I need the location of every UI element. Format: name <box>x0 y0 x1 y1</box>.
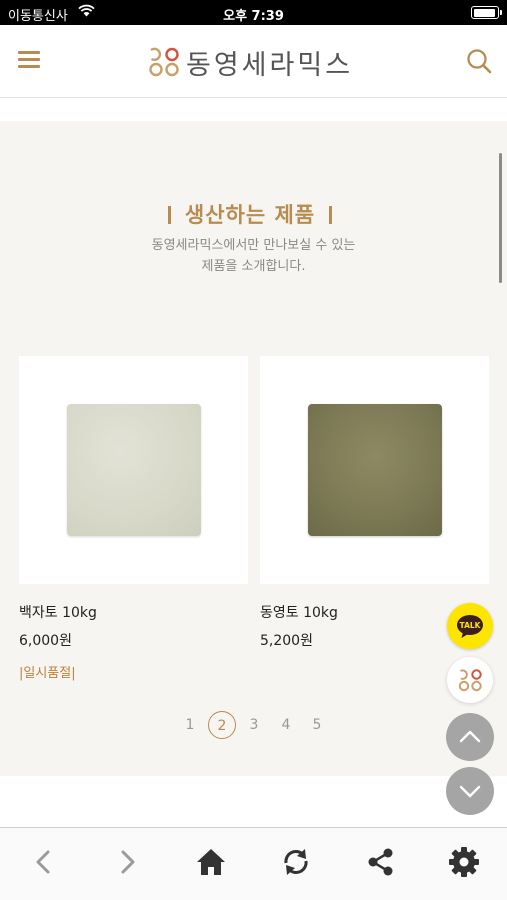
home-button[interactable] <box>191 842 231 882</box>
home-icon <box>197 849 225 875</box>
brand-name: 동영세라믹스 <box>186 49 354 81</box>
back-button[interactable] <box>24 842 64 882</box>
page-4[interactable]: 4 <box>272 711 300 739</box>
section-title: 생산하는 제품 <box>0 199 500 229</box>
gear-icon <box>449 847 479 877</box>
product-price: 6,000원 <box>19 633 72 649</box>
brand-logo-mark-icon <box>149 47 179 77</box>
page-5[interactable]: 5 <box>303 711 331 739</box>
page-3[interactable]: 3 <box>240 711 268 739</box>
brand-logo[interactable]: 동영세라믹스 <box>148 43 353 81</box>
chevron-right-icon <box>121 850 135 874</box>
pagination: 1 2 3 4 5 <box>0 711 507 741</box>
kakao-talk-label: TALK <box>460 621 482 630</box>
chevron-left-icon <box>36 850 50 874</box>
brand-logo-icon <box>458 669 482 692</box>
bottom-toolbar <box>0 827 507 900</box>
page-1[interactable]: 1 <box>176 711 204 739</box>
section-subtitle: 동영세라믹스에서만 만나보실 수 있는 제품을 소개합니다. <box>0 235 507 277</box>
product-card[interactable]: 백자토 10kg 6,000원 |일시품절| <box>19 356 248 681</box>
section-subtitle-line1: 동영세라믹스에서만 만나보실 수 있는 <box>151 238 356 253</box>
share-icon <box>368 848 393 876</box>
refresh-icon <box>284 849 308 875</box>
clay-tile-white <box>67 404 201 536</box>
share-button[interactable] <box>360 842 400 882</box>
app-header: 동영세라믹스 <box>0 25 507 98</box>
kakao-talk-button[interactable]: TALK <box>447 603 493 649</box>
hamburger-menu-icon[interactable] <box>18 51 40 69</box>
search-icon[interactable] <box>465 47 493 75</box>
kakao-talk-icon: TALK <box>457 615 483 638</box>
clock: 오후 7:39 <box>223 9 284 24</box>
scroll-top-button[interactable] <box>446 713 494 761</box>
product-image[interactable] <box>260 356 489 584</box>
product-section: 생산하는 제품 동영세라믹스에서만 만나보실 수 있는 제품을 소개합니다. 백… <box>0 121 507 776</box>
brand-home-button[interactable] <box>447 657 493 703</box>
refresh-button[interactable] <box>276 842 316 882</box>
product-image[interactable] <box>19 356 248 584</box>
chevron-up-icon <box>459 730 481 743</box>
section-subtitle-line2: 제품을 소개합니다. <box>201 259 306 274</box>
title-left-bar <box>167 206 171 224</box>
section-title-text: 생산하는 제품 <box>184 203 316 227</box>
scrollbar-thumb[interactable] <box>499 153 502 283</box>
settings-button[interactable] <box>444 842 484 882</box>
scroll-bottom-button[interactable] <box>446 767 494 815</box>
sold-out-badge: |일시품절| <box>19 666 76 681</box>
chevron-down-icon <box>459 785 481 798</box>
page-2-current[interactable]: 2 <box>208 711 236 739</box>
title-right-bar <box>329 206 333 224</box>
battery-icon <box>471 6 502 19</box>
forward-button[interactable] <box>107 842 147 882</box>
status-bar: 이동통신사 오후 7:39 <box>0 0 507 25</box>
product-name[interactable]: 백자토 10kg <box>19 602 248 622</box>
clay-tile-green <box>308 404 442 536</box>
